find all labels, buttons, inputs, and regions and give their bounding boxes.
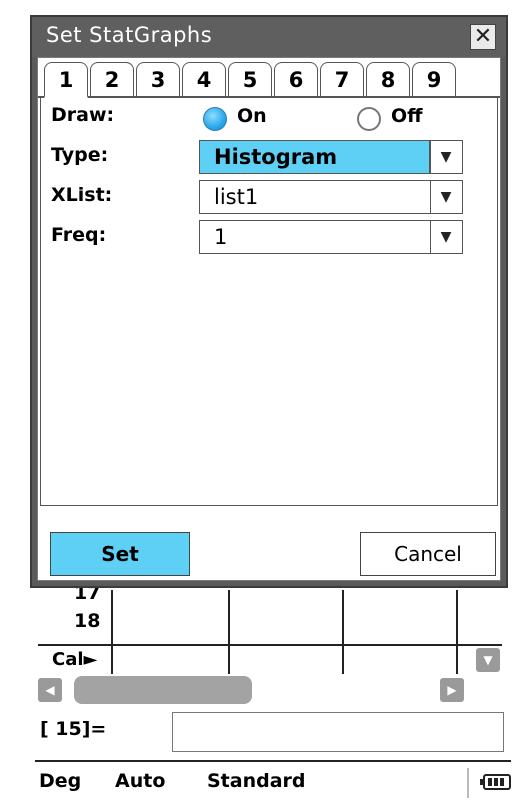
tab-8[interactable]: 8 <box>366 62 410 96</box>
freq-select[interactable]: 1 ▼ <box>199 220 463 254</box>
table-divider <box>38 644 502 646</box>
chevron-down-icon[interactable]: ▼ <box>430 221 462 253</box>
tab-3[interactable]: 3 <box>136 62 180 96</box>
tab-4[interactable]: 4 <box>182 62 226 96</box>
status-angle-unit[interactable]: Deg <box>39 770 81 792</box>
tab-1[interactable]: 1 <box>44 62 88 98</box>
status-divider <box>467 768 469 798</box>
horizontal-scrollbar-thumb[interactable] <box>74 676 252 704</box>
xlist-select-value: list1 <box>214 185 259 209</box>
tab-strip: 1 2 3 4 5 6 7 8 9 <box>38 58 500 100</box>
type-label: Type: <box>51 144 109 166</box>
scroll-down-icon[interactable]: ▼ <box>476 648 500 672</box>
draw-off-label[interactable]: Off <box>391 105 423 127</box>
column-divider <box>111 590 113 674</box>
scroll-right-icon[interactable]: ▶ <box>440 678 464 702</box>
dialog-body: 1 2 3 4 5 6 7 8 9 Draw: On Off Type: His… <box>37 57 501 581</box>
set-statgraphs-dialog: Set StatGraphs ✕ 1 2 3 4 5 6 7 8 9 Draw:… <box>30 15 508 588</box>
status-bar: Deg Auto Standard <box>35 760 511 802</box>
scroll-left-icon[interactable]: ◀ <box>38 678 62 702</box>
column-divider <box>228 590 230 674</box>
set-button[interactable]: Set <box>50 532 190 576</box>
expression-label: [ 15]= <box>40 718 107 740</box>
draw-on-radio[interactable] <box>203 107 227 131</box>
tab-6[interactable]: 6 <box>274 62 318 96</box>
calculator-screen: 17 18 Cal► ▼ ◀ ▶ [ 15]= Deg Auto Standar… <box>0 0 518 802</box>
calc-row-label[interactable]: Cal► <box>52 649 97 670</box>
close-icon[interactable]: ✕ <box>470 24 496 50</box>
status-mode[interactable]: Auto <box>115 770 165 792</box>
status-format[interactable]: Standard <box>207 770 306 792</box>
row-number: 18 <box>74 610 101 632</box>
stat-table: 17 18 <box>38 582 508 674</box>
draw-off-radio[interactable] <box>357 107 381 131</box>
draw-label: Draw: <box>51 104 115 126</box>
tab-7[interactable]: 7 <box>320 62 364 96</box>
tab-2[interactable]: 2 <box>90 62 134 96</box>
type-select[interactable]: Histogram ▼ <box>199 140 463 174</box>
cancel-button[interactable]: Cancel <box>360 532 496 576</box>
xlist-select[interactable]: list1 ▼ <box>199 180 463 214</box>
draw-on-label[interactable]: On <box>237 105 267 127</box>
type-select-value: Histogram <box>214 145 338 169</box>
chevron-down-icon[interactable]: ▼ <box>430 181 462 213</box>
tab-5[interactable]: 5 <box>228 62 272 96</box>
dialog-title-bar: Set StatGraphs ✕ <box>32 17 506 57</box>
column-divider <box>456 590 458 674</box>
xlist-label: XList: <box>51 184 113 206</box>
tab-9[interactable]: 9 <box>412 62 456 96</box>
chevron-down-icon[interactable]: ▼ <box>430 141 462 173</box>
freq-select-value: 1 <box>214 225 228 249</box>
graph-settings-panel: Draw: On Off Type: Histogram ▼ XList: li… <box>40 98 498 506</box>
column-divider <box>342 590 344 674</box>
expression-input[interactable] <box>172 712 504 752</box>
battery-icon <box>480 774 511 790</box>
dialog-title: Set StatGraphs <box>46 23 213 47</box>
freq-label: Freq: <box>51 224 107 246</box>
